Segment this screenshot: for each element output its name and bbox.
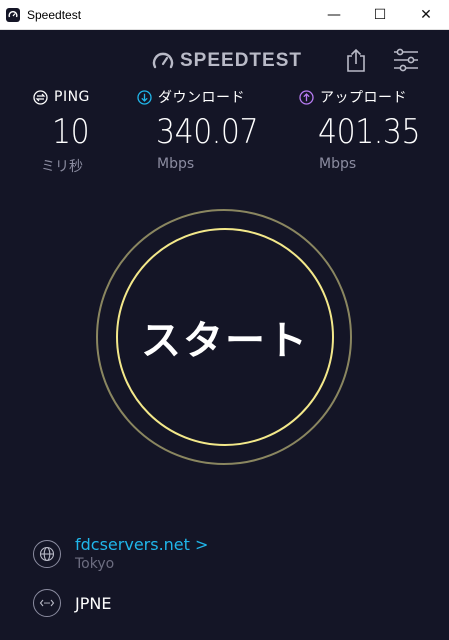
upload-metric: アップロード 401.35 Mbps xyxy=(299,86,434,172)
brand-name: SPEEDTEST xyxy=(180,50,302,71)
upload-unit: Mbps xyxy=(319,156,357,172)
server-row[interactable]: fdcservers.net > Tokyo xyxy=(33,535,208,572)
upload-value: 401.35 xyxy=(318,112,421,152)
ping-unit: ミリ秒 xyxy=(41,159,83,175)
maximize-button[interactable]: ☐ xyxy=(357,0,403,29)
start-button[interactable]: スタート xyxy=(116,228,334,446)
ping-metric: PING 10 ミリ秒 xyxy=(33,86,94,176)
app-icon xyxy=(6,7,20,22)
sliders-icon xyxy=(394,48,418,72)
download-unit: Mbps xyxy=(157,156,195,172)
brand-logo: SPEEDTEST xyxy=(152,49,302,73)
download-label: ダウンロード xyxy=(158,90,245,106)
server-location: Tokyo xyxy=(75,556,115,572)
upload-label: アップロード xyxy=(320,90,407,106)
window-titlebar: Speedtest — ☐ ✕ xyxy=(0,0,449,30)
start-label: スタート xyxy=(141,318,309,364)
share-icon xyxy=(347,48,365,72)
chevron-right-icon: > xyxy=(195,535,209,554)
share-button[interactable] xyxy=(344,47,368,73)
speedometer-icon xyxy=(152,52,174,69)
close-button[interactable]: ✕ xyxy=(403,0,449,29)
server-name-link[interactable]: fdcservers.net > xyxy=(75,535,208,554)
minimize-button[interactable]: — xyxy=(311,0,357,29)
download-metric: ダウンロード 340.07 Mbps xyxy=(137,86,272,172)
window-title: Speedtest xyxy=(27,7,82,22)
server-name: fdcservers.net xyxy=(75,535,190,554)
ping-label: PING xyxy=(54,89,90,105)
upload-icon xyxy=(299,89,314,105)
download-value: 340.07 xyxy=(156,112,259,152)
connection-icon xyxy=(33,589,61,617)
globe-icon xyxy=(33,539,61,568)
isp-row: JPNE xyxy=(33,589,111,617)
ping-icon xyxy=(33,89,48,105)
download-icon xyxy=(137,89,152,105)
ping-value: 10 xyxy=(52,112,90,152)
isp-name: JPNE xyxy=(75,593,112,613)
settings-button[interactable] xyxy=(392,48,420,72)
